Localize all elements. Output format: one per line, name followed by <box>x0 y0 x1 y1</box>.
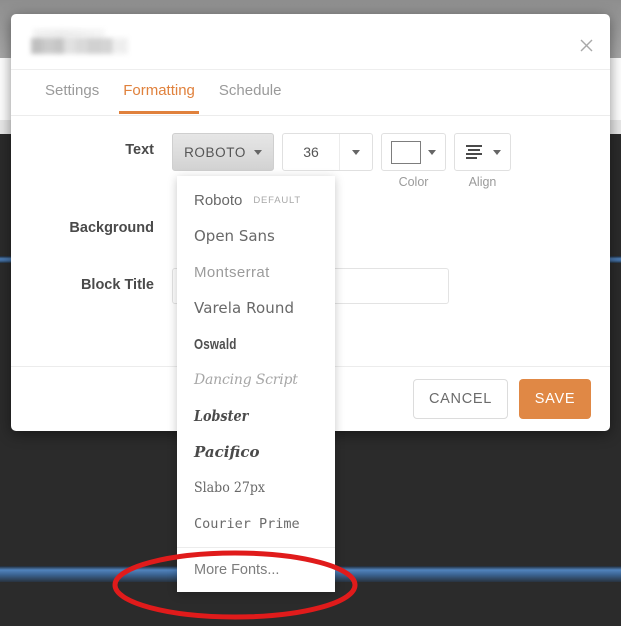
font-option-open-sans[interactable]: Open Sans <box>177 218 335 254</box>
label-block-title: Block Title <box>80 277 154 293</box>
font-option-label: Dancing Script <box>194 372 298 388</box>
font-family-button-label: ROBOTO <box>184 144 246 160</box>
chevron-down-icon <box>428 149 436 155</box>
font-option-dancing-script[interactable]: Dancing Script <box>177 362 335 398</box>
tab-settings-label: Settings <box>45 82 100 99</box>
font-option-varela-round[interactable]: Varela Round <box>177 290 335 326</box>
align-button[interactable] <box>454 133 511 171</box>
tab-schedule-label: Schedule <box>218 82 282 99</box>
font-option-label: Montserrat <box>194 263 270 281</box>
font-family-dropdown: Roboto DEFAULT Open Sans Montserrat Vare… <box>177 176 335 592</box>
chevron-down-icon <box>253 149 262 155</box>
font-option-label: Pacifico <box>194 443 260 461</box>
save-button[interactable]: SAVE <box>519 379 591 419</box>
font-option-more-fonts[interactable]: More Fonts... <box>177 548 335 592</box>
tab-settings[interactable]: Settings <box>33 70 111 113</box>
font-family-button[interactable]: ROBOTO <box>172 133 274 171</box>
chevron-down-icon <box>352 149 360 155</box>
font-option-roboto[interactable]: Roboto DEFAULT <box>177 182 335 218</box>
font-option-label: Varela Round <box>194 299 295 317</box>
modal-title-redacted <box>31 29 128 54</box>
color-control-group: Color <box>381 133 446 189</box>
font-option-lobster[interactable]: Lobster <box>177 398 335 434</box>
chevron-down-icon <box>493 149 501 155</box>
font-size-control <box>282 133 373 171</box>
label-text: Text <box>125 142 154 158</box>
font-option-label: Lobster <box>194 407 249 425</box>
font-option-default-tag: DEFAULT <box>253 194 302 206</box>
font-size-input[interactable] <box>283 134 339 170</box>
modal-tabbar: Settings Formatting Schedule <box>11 70 610 116</box>
font-option-oswald[interactable]: Oswald <box>177 326 335 362</box>
color-caption: Color <box>398 175 429 189</box>
more-fonts-label: More Fonts... <box>194 562 280 578</box>
color-swatch <box>391 140 421 164</box>
align-caption: Align <box>468 175 497 189</box>
font-option-label: Slabo 27px <box>194 480 266 496</box>
close-icon[interactable] <box>575 34 597 56</box>
font-option-label: Roboto <box>194 191 243 209</box>
font-option-label: Oswald <box>194 335 237 353</box>
tab-formatting-label: Formatting <box>123 82 195 99</box>
label-background: Background <box>69 220 154 236</box>
font-option-label: Courier Prime <box>194 516 300 532</box>
color-picker-button[interactable] <box>381 133 446 171</box>
tab-schedule[interactable]: Schedule <box>207 70 294 113</box>
modal-header <box>11 14 610 70</box>
align-control-group: Align <box>454 133 511 189</box>
font-option-courier-prime[interactable]: Courier Prime <box>177 506 335 542</box>
tab-formatting[interactable]: Formatting <box>111 70 207 114</box>
cancel-button[interactable]: CANCEL <box>413 379 508 419</box>
font-option-montserrat[interactable]: Montserrat <box>177 254 335 290</box>
font-size-dropdown-button[interactable] <box>339 134 372 170</box>
align-left-icon <box>464 144 486 161</box>
font-option-pacifico[interactable]: Pacifico <box>177 434 335 470</box>
font-option-label: Open Sans <box>194 227 275 245</box>
font-option-slabo-27px[interactable]: Slabo 27px <box>177 470 335 506</box>
